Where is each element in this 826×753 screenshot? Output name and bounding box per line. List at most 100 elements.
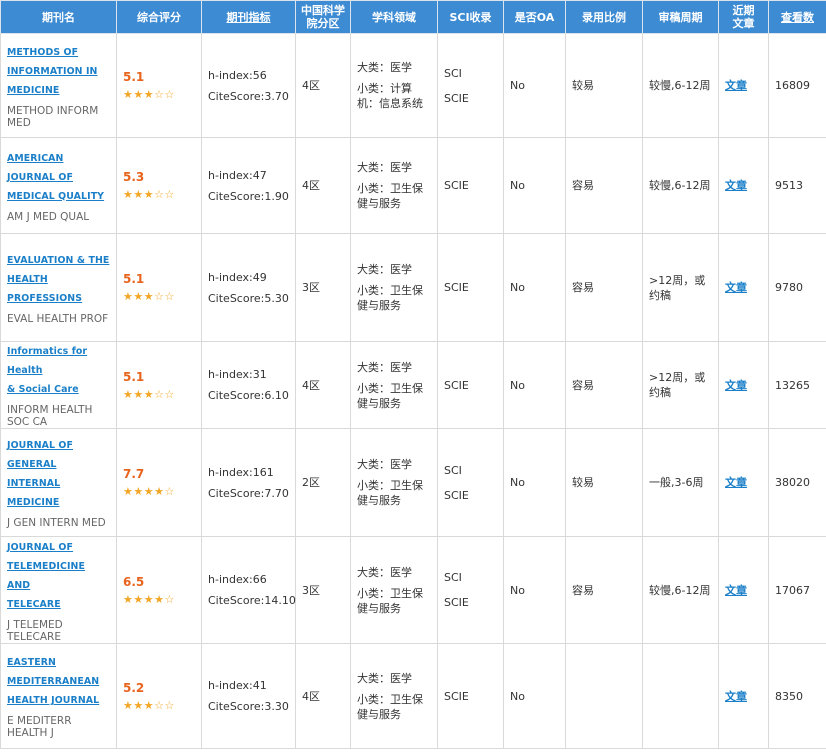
index-badge: SCIE <box>444 596 469 609</box>
recent-articles-link[interactable]: 文章 <box>725 690 747 703</box>
recent-articles-cell: 文章 <box>718 536 769 644</box>
recent-articles-link[interactable]: 文章 <box>725 584 747 597</box>
field-cell: 大类：医学 小类：卫生保健与服务 <box>350 341 438 429</box>
journal-title-link[interactable]: AMERICAN <box>7 149 110 168</box>
recent-articles-link[interactable]: 文章 <box>725 79 747 92</box>
journal-title-link[interactable]: PROFESSIONS <box>7 289 110 308</box>
recent-articles-link[interactable]: 文章 <box>725 281 747 294</box>
journal-abbreviation: AM J MED QUAL <box>7 210 90 223</box>
oa-cell: No <box>503 643 566 749</box>
h-index-value: h-index:47 <box>208 168 267 182</box>
zone-cell: 4区 <box>295 33 351 138</box>
score-value: 5.3 <box>123 170 145 184</box>
ratio-cell: 容易 <box>565 137 643 234</box>
journal-name-cell: Informatics for Health & Social Care INFOR… <box>0 341 117 429</box>
rating-stars-icon: ★★★☆☆ <box>123 698 175 712</box>
views-cell: 16809 <box>768 33 826 138</box>
journal-title-link[interactable]: Informatics for Health <box>7 342 110 380</box>
cycle-cell: 较慢,6-12周 <box>642 33 719 138</box>
sci-cell: SCIE <box>437 643 504 749</box>
journal-title-link[interactable]: INFORMATION IN <box>7 62 110 81</box>
views-cell: 17067 <box>768 536 826 644</box>
major-category: 大类：医学 <box>357 161 412 174</box>
journal-table: 期刊名 综合评分 期刊指标 中国科学 院分区 学科领域 SCI收录 是否OA 录用… <box>0 0 826 749</box>
header-metrics[interactable]: 期刊指标 <box>201 0 296 34</box>
recent-articles-link[interactable]: 文章 <box>725 179 747 192</box>
header-cycle: 审稿周期 <box>642 0 719 34</box>
header-cas-zone: 中国科学 院分区 <box>295 0 351 34</box>
journal-title-link[interactable]: MEDICINE <box>7 81 110 100</box>
citescore-value: CiteScore:5.30 <box>208 291 289 305</box>
journal-title-link[interactable]: EVALUATION & THE <box>7 251 110 270</box>
h-index-value: h-index:41 <box>208 679 267 692</box>
score-value: 5.2 <box>123 680 145 695</box>
journal-title-link[interactable]: GENERAL INTERNAL <box>7 455 110 493</box>
index-badge: SCIE <box>444 281 469 294</box>
metrics-cell: h-index:161 CiteScore:7.70 <box>201 428 296 537</box>
journal-abbreviation: EVAL HEALTH PROF <box>7 312 109 325</box>
header-recent: 近期 文章 <box>718 0 769 34</box>
journal-abbreviation: METHOD INFORM MED <box>7 104 99 129</box>
index-badge: SCI <box>444 463 462 477</box>
minor-category: 小类：卫生保健与服务 <box>357 586 423 615</box>
journal-title-link[interactable]: MEDICINE <box>7 493 110 512</box>
journal-title-link[interactable]: METHODS OF <box>7 43 110 62</box>
header-views[interactable]: 查看数 <box>768 0 826 34</box>
journal-title-link[interactable]: MEDITERRANEAN <box>7 672 110 691</box>
journal-title-link[interactable]: TELECARE <box>7 595 110 614</box>
index-badge: SCIE <box>444 91 469 105</box>
header-oa: 是否OA <box>503 0 566 34</box>
metrics-cell: h-index:56 CiteScore:3.70 <box>201 33 296 138</box>
oa-cell: No <box>503 137 566 234</box>
score-value: 7.7 <box>123 467 145 481</box>
field-cell: 大类：医学 小类：卫生保健与服务 <box>350 428 438 537</box>
score-value: 5.1 <box>123 272 145 286</box>
journal-name-cell: AMERICAN JOURNAL OF MEDICAL QUALITY AM J ME… <box>0 137 117 234</box>
minor-category: 小类：卫生保健与服务 <box>357 381 423 410</box>
journal-abbreviation: INFORM HEALTH SOC CA <box>7 404 93 428</box>
score-value: 5.1 <box>123 369 145 384</box>
journal-title-link[interactable]: EASTERN <box>7 653 110 672</box>
oa-cell: No <box>503 536 566 644</box>
rating-stars-icon: ★★★★☆ <box>123 592 175 606</box>
journal-title-link[interactable]: JOURNAL OF <box>7 538 110 557</box>
journal-title-link[interactable]: HEALTH JOURNAL <box>7 691 110 710</box>
recent-articles-cell: 文章 <box>718 643 769 749</box>
journal-title-link[interactable]: TELEMEDICINE AND <box>7 557 110 595</box>
recent-articles-link[interactable]: 文章 <box>725 476 747 489</box>
journal-name-cell: JOURNAL OF TELEMEDICINE AND TELECARE J TELE… <box>0 536 117 644</box>
minor-category: 小类：卫生保健与服务 <box>357 182 423 210</box>
zone-cell: 2区 <box>295 428 351 537</box>
zone-cell: 3区 <box>295 233 351 342</box>
index-badge: SCIE <box>444 488 469 502</box>
h-index-value: h-index:56 <box>208 68 267 82</box>
cycle-cell: 较慢,6-12周 <box>642 536 719 644</box>
journal-name-cell: EASTERN MEDITERRANEAN HEALTH JOURNAL E MEDI… <box>0 643 117 749</box>
zone-cell: 3区 <box>295 536 351 644</box>
sci-cell: SCI SCIE <box>437 428 504 537</box>
journal-title-link[interactable]: JOURNAL OF <box>7 168 110 187</box>
recent-articles-link[interactable]: 文章 <box>725 379 747 392</box>
journal-abbreviation: J TELEMED TELECARE <box>7 618 63 643</box>
index-badge: SCI <box>444 66 462 80</box>
field-cell: 大类：医学 小类：卫生保健与服务 <box>350 643 438 749</box>
index-badge: SCI <box>444 571 462 584</box>
score-cell: 6.5 ★★★★☆ <box>116 536 202 644</box>
metrics-cell: h-index:41 CiteScore:3.30 <box>201 643 296 749</box>
rating-stars-icon: ★★★☆☆ <box>123 88 175 101</box>
ratio-cell: 较易 <box>565 428 643 537</box>
recent-articles-cell: 文章 <box>718 233 769 342</box>
views-sort-link[interactable]: 查看数 <box>781 11 814 24</box>
recent-articles-cell: 文章 <box>718 341 769 429</box>
header-ratio: 录用比例 <box>565 0 643 34</box>
major-category: 大类：医学 <box>357 565 412 579</box>
journal-title-link[interactable]: MEDICAL QUALITY <box>7 187 110 206</box>
journal-title-link[interactable]: JOURNAL OF <box>7 436 110 455</box>
journal-title-link[interactable]: & Social Care <box>7 380 110 399</box>
field-cell: 大类：医学 小类：卫生保健与服务 <box>350 233 438 342</box>
journal-title-link[interactable]: HEALTH <box>7 270 110 289</box>
metrics-sort-link[interactable]: 期刊指标 <box>227 11 271 24</box>
major-category: 大类：医学 <box>357 263 412 276</box>
sci-cell: SCI SCIE <box>437 33 504 138</box>
header-row: 期刊名 综合评分 期刊指标 中国科学 院分区 学科领域 SCI收录 是否OA 录用… <box>0 0 826 34</box>
